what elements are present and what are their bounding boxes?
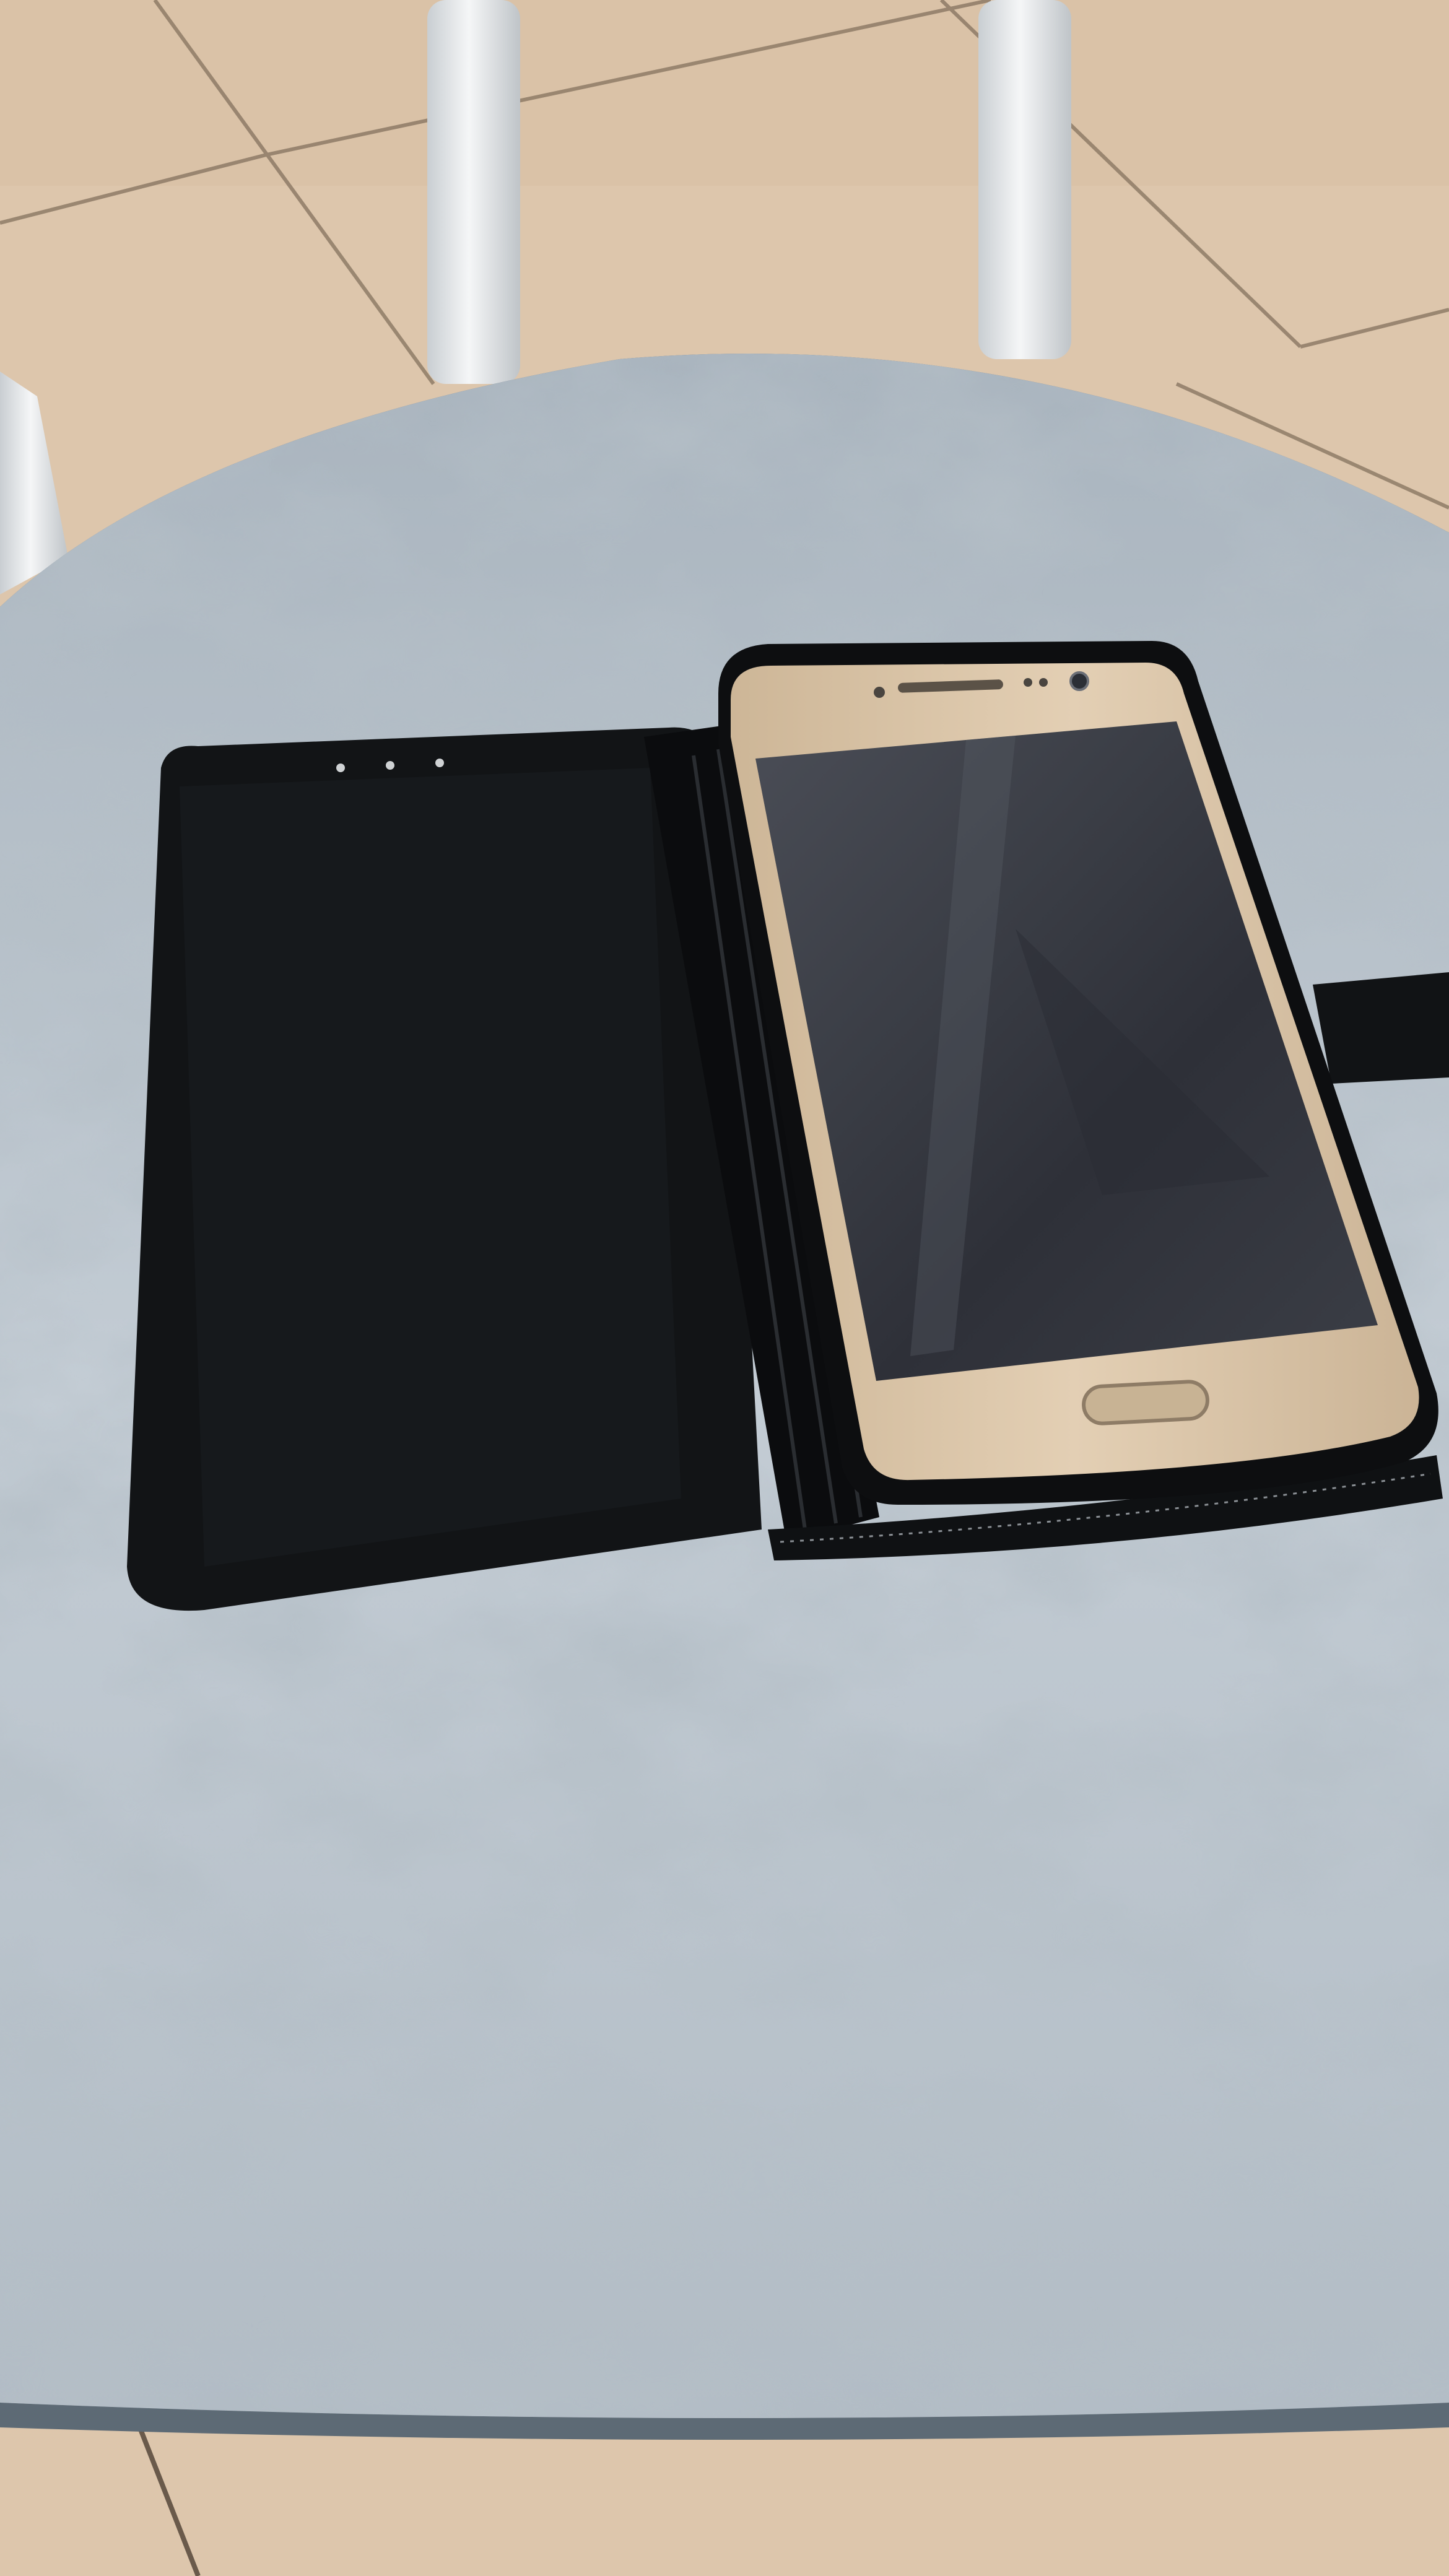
- front-camera: [1069, 671, 1089, 691]
- home-button: [1082, 1380, 1209, 1425]
- photo-scene: [0, 0, 1449, 2576]
- case-clasp-strap: [1313, 972, 1449, 1084]
